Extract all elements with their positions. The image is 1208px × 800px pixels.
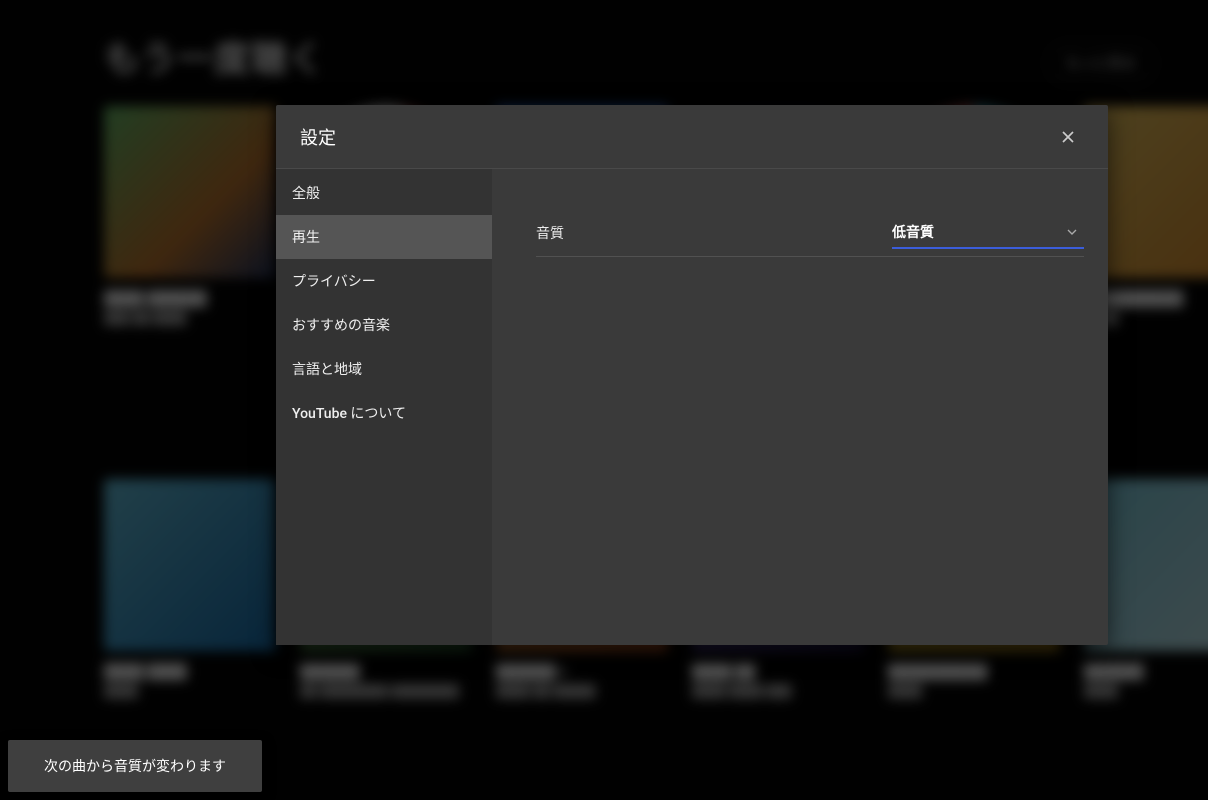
close-button[interactable] [1052, 121, 1084, 153]
toast-message: 次の曲から音質が変わります [44, 759, 226, 775]
select-value: 低音質 [892, 222, 934, 242]
sidebar-item-about-youtube[interactable]: YouTube について [276, 391, 492, 435]
close-icon [1058, 127, 1078, 147]
sidebar-item-label: 言語と地域 [292, 359, 362, 379]
sidebar-item-label: YouTube について [292, 403, 406, 423]
sidebar-item-label: プライバシー [292, 271, 376, 291]
audio-quality-select[interactable]: 低音質 [892, 217, 1084, 249]
sidebar-item-playback[interactable]: 再生 [276, 215, 492, 259]
dialog-body: 全般 再生 プライバシー おすすめの音楽 言語と地域 YouTube について … [276, 169, 1108, 645]
sidebar-item-label: 全般 [292, 183, 320, 203]
dialog-title: 設定 [300, 124, 1052, 150]
setting-row-audio-quality: 音質 低音質 [536, 209, 1084, 257]
sidebar-item-privacy[interactable]: プライバシー [276, 259, 492, 303]
dialog-header: 設定 [276, 105, 1108, 169]
toast: 次の曲から音質が変わります [8, 740, 262, 792]
sidebar-item-label: おすすめの音楽 [292, 315, 390, 335]
chevron-down-icon [1064, 224, 1080, 240]
dialog-content: 音質 低音質 [492, 169, 1108, 645]
sidebar-item-general[interactable]: 全般 [276, 171, 492, 215]
sidebar-item-language-region[interactable]: 言語と地域 [276, 347, 492, 391]
settings-dialog: 設定 全般 再生 プライバシー おすすめの音楽 言語と地域 YouTube につ… [276, 105, 1108, 645]
sidebar-item-label: 再生 [292, 227, 320, 247]
setting-label: 音質 [536, 223, 856, 243]
dialog-sidebar: 全般 再生 プライバシー おすすめの音楽 言語と地域 YouTube について [276, 169, 492, 645]
sidebar-item-recommendations[interactable]: おすすめの音楽 [276, 303, 492, 347]
